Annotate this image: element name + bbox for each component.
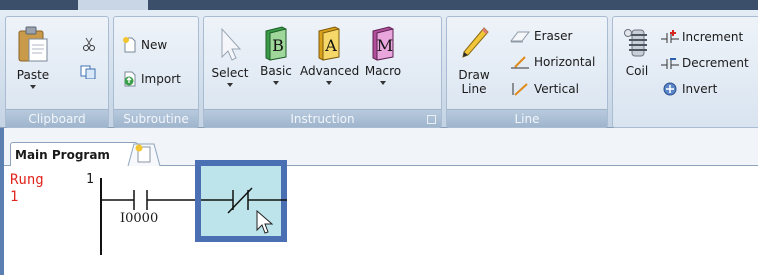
macro-letter: M bbox=[377, 36, 393, 55]
basic-label: Basic bbox=[260, 64, 292, 78]
new-label: New bbox=[141, 38, 168, 52]
pencil-icon bbox=[462, 27, 489, 58]
ladder-canvas[interactable] bbox=[4, 166, 758, 275]
draw-line-button[interactable]: Draw Line bbox=[453, 25, 495, 96]
draw-line-label-2: Line bbox=[461, 82, 487, 96]
vertical-line-button[interactable]: Vertical bbox=[509, 82, 579, 96]
increment-button[interactable]: Increment bbox=[661, 29, 743, 45]
paste-label: Paste bbox=[16, 68, 50, 82]
coil-button[interactable]: Coil bbox=[617, 27, 657, 78]
copy-icon[interactable] bbox=[80, 65, 96, 82]
decrement-label: Decrement bbox=[682, 56, 749, 70]
rung-label-line2: 1 bbox=[10, 189, 19, 205]
rung-label: Rung 1 bbox=[10, 172, 44, 206]
coil-group: Coil Increment Decrement Invert bbox=[612, 16, 758, 128]
tab-main-program-label: Main Program bbox=[15, 148, 110, 162]
eraser-label: Eraser bbox=[534, 29, 573, 43]
horizontal-label: Horizontal bbox=[534, 55, 596, 69]
contact-address-label: I0000 bbox=[120, 211, 159, 226]
macro-label: Macro bbox=[364, 64, 402, 78]
invert-label: Invert bbox=[682, 82, 718, 96]
select-button[interactable]: Select bbox=[208, 27, 252, 87]
basic-book-icon: B bbox=[265, 26, 287, 61]
increment-label: Increment bbox=[682, 30, 744, 44]
tab-main-program[interactable]: Main Program bbox=[10, 142, 138, 166]
invert-icon bbox=[663, 82, 677, 96]
macro-dropdown-icon[interactable] bbox=[380, 81, 386, 85]
rung-number: 1 bbox=[86, 172, 94, 187]
rung-label-line1: Rung bbox=[10, 172, 44, 188]
advanced-book-icon: A bbox=[318, 26, 340, 61]
horizontal-line-button[interactable]: Horizontal bbox=[509, 55, 595, 69]
document-tab-bar: Main Program bbox=[4, 128, 758, 166]
horizontal-line-icon bbox=[511, 56, 529, 69]
instruction-group: Select B Basic A Advanced M Macro Instru… bbox=[203, 16, 442, 128]
eraser-icon bbox=[509, 31, 531, 43]
eraser-button[interactable]: Eraser bbox=[509, 29, 572, 43]
coil-label: Coil bbox=[625, 64, 649, 78]
title-strip bbox=[0, 0, 758, 10]
pointer-icon bbox=[221, 27, 242, 61]
select-label: Select bbox=[211, 66, 249, 80]
instruction-dialog-launcher-icon[interactable] bbox=[427, 115, 436, 124]
vertical-label: Vertical bbox=[534, 82, 579, 96]
line-group-label: Line bbox=[447, 109, 607, 127]
instruction-group-label: Instruction bbox=[204, 109, 441, 127]
clipboard-group: Paste Clipboard bbox=[5, 16, 109, 128]
new-icon bbox=[123, 37, 136, 53]
vertical-line-icon bbox=[512, 83, 528, 96]
invert-button[interactable]: Invert bbox=[661, 81, 717, 97]
paste-icon bbox=[18, 26, 48, 62]
select-dropdown-icon[interactable] bbox=[227, 83, 233, 87]
paste-dropdown-icon[interactable] bbox=[30, 85, 36, 89]
subroutine-group: New Import Subroutine bbox=[113, 16, 199, 128]
new-tab-icon[interactable] bbox=[126, 140, 162, 166]
import-icon bbox=[124, 71, 136, 87]
advanced-letter: A bbox=[324, 36, 337, 55]
decrement-icon bbox=[661, 58, 679, 69]
ribbon: Paste Clipboard New Import Subroutine Se… bbox=[0, 10, 758, 128]
coil-icon bbox=[624, 29, 647, 57]
paste-button[interactable]: Paste bbox=[12, 25, 54, 89]
mouse-cursor-icon bbox=[256, 210, 274, 234]
decrement-button[interactable]: Decrement bbox=[661, 55, 749, 71]
basic-dropdown-icon[interactable] bbox=[273, 81, 279, 85]
advanced-button[interactable]: A Advanced bbox=[300, 25, 360, 85]
advanced-dropdown-icon[interactable] bbox=[326, 81, 332, 85]
basic-button[interactable]: B Basic bbox=[256, 25, 296, 85]
macro-book-icon: M bbox=[372, 26, 394, 61]
import-button[interactable]: Import bbox=[122, 71, 181, 87]
increment-icon bbox=[661, 30, 679, 43]
macro-button[interactable]: M Macro bbox=[362, 25, 404, 85]
clipboard-group-label: Clipboard bbox=[6, 109, 108, 127]
advanced-label: Advanced bbox=[300, 64, 360, 78]
basic-letter: B bbox=[272, 36, 284, 55]
line-group: Draw Line Eraser Horizontal Vertical Lin… bbox=[446, 16, 608, 128]
ribbon-tab-hint[interactable] bbox=[78, 0, 148, 10]
new-button[interactable]: New bbox=[122, 37, 167, 53]
subroutine-group-label: Subroutine bbox=[114, 109, 198, 127]
import-label: Import bbox=[141, 72, 181, 86]
draw-line-label-1: Draw bbox=[458, 68, 490, 82]
cut-icon[interactable] bbox=[82, 37, 96, 54]
